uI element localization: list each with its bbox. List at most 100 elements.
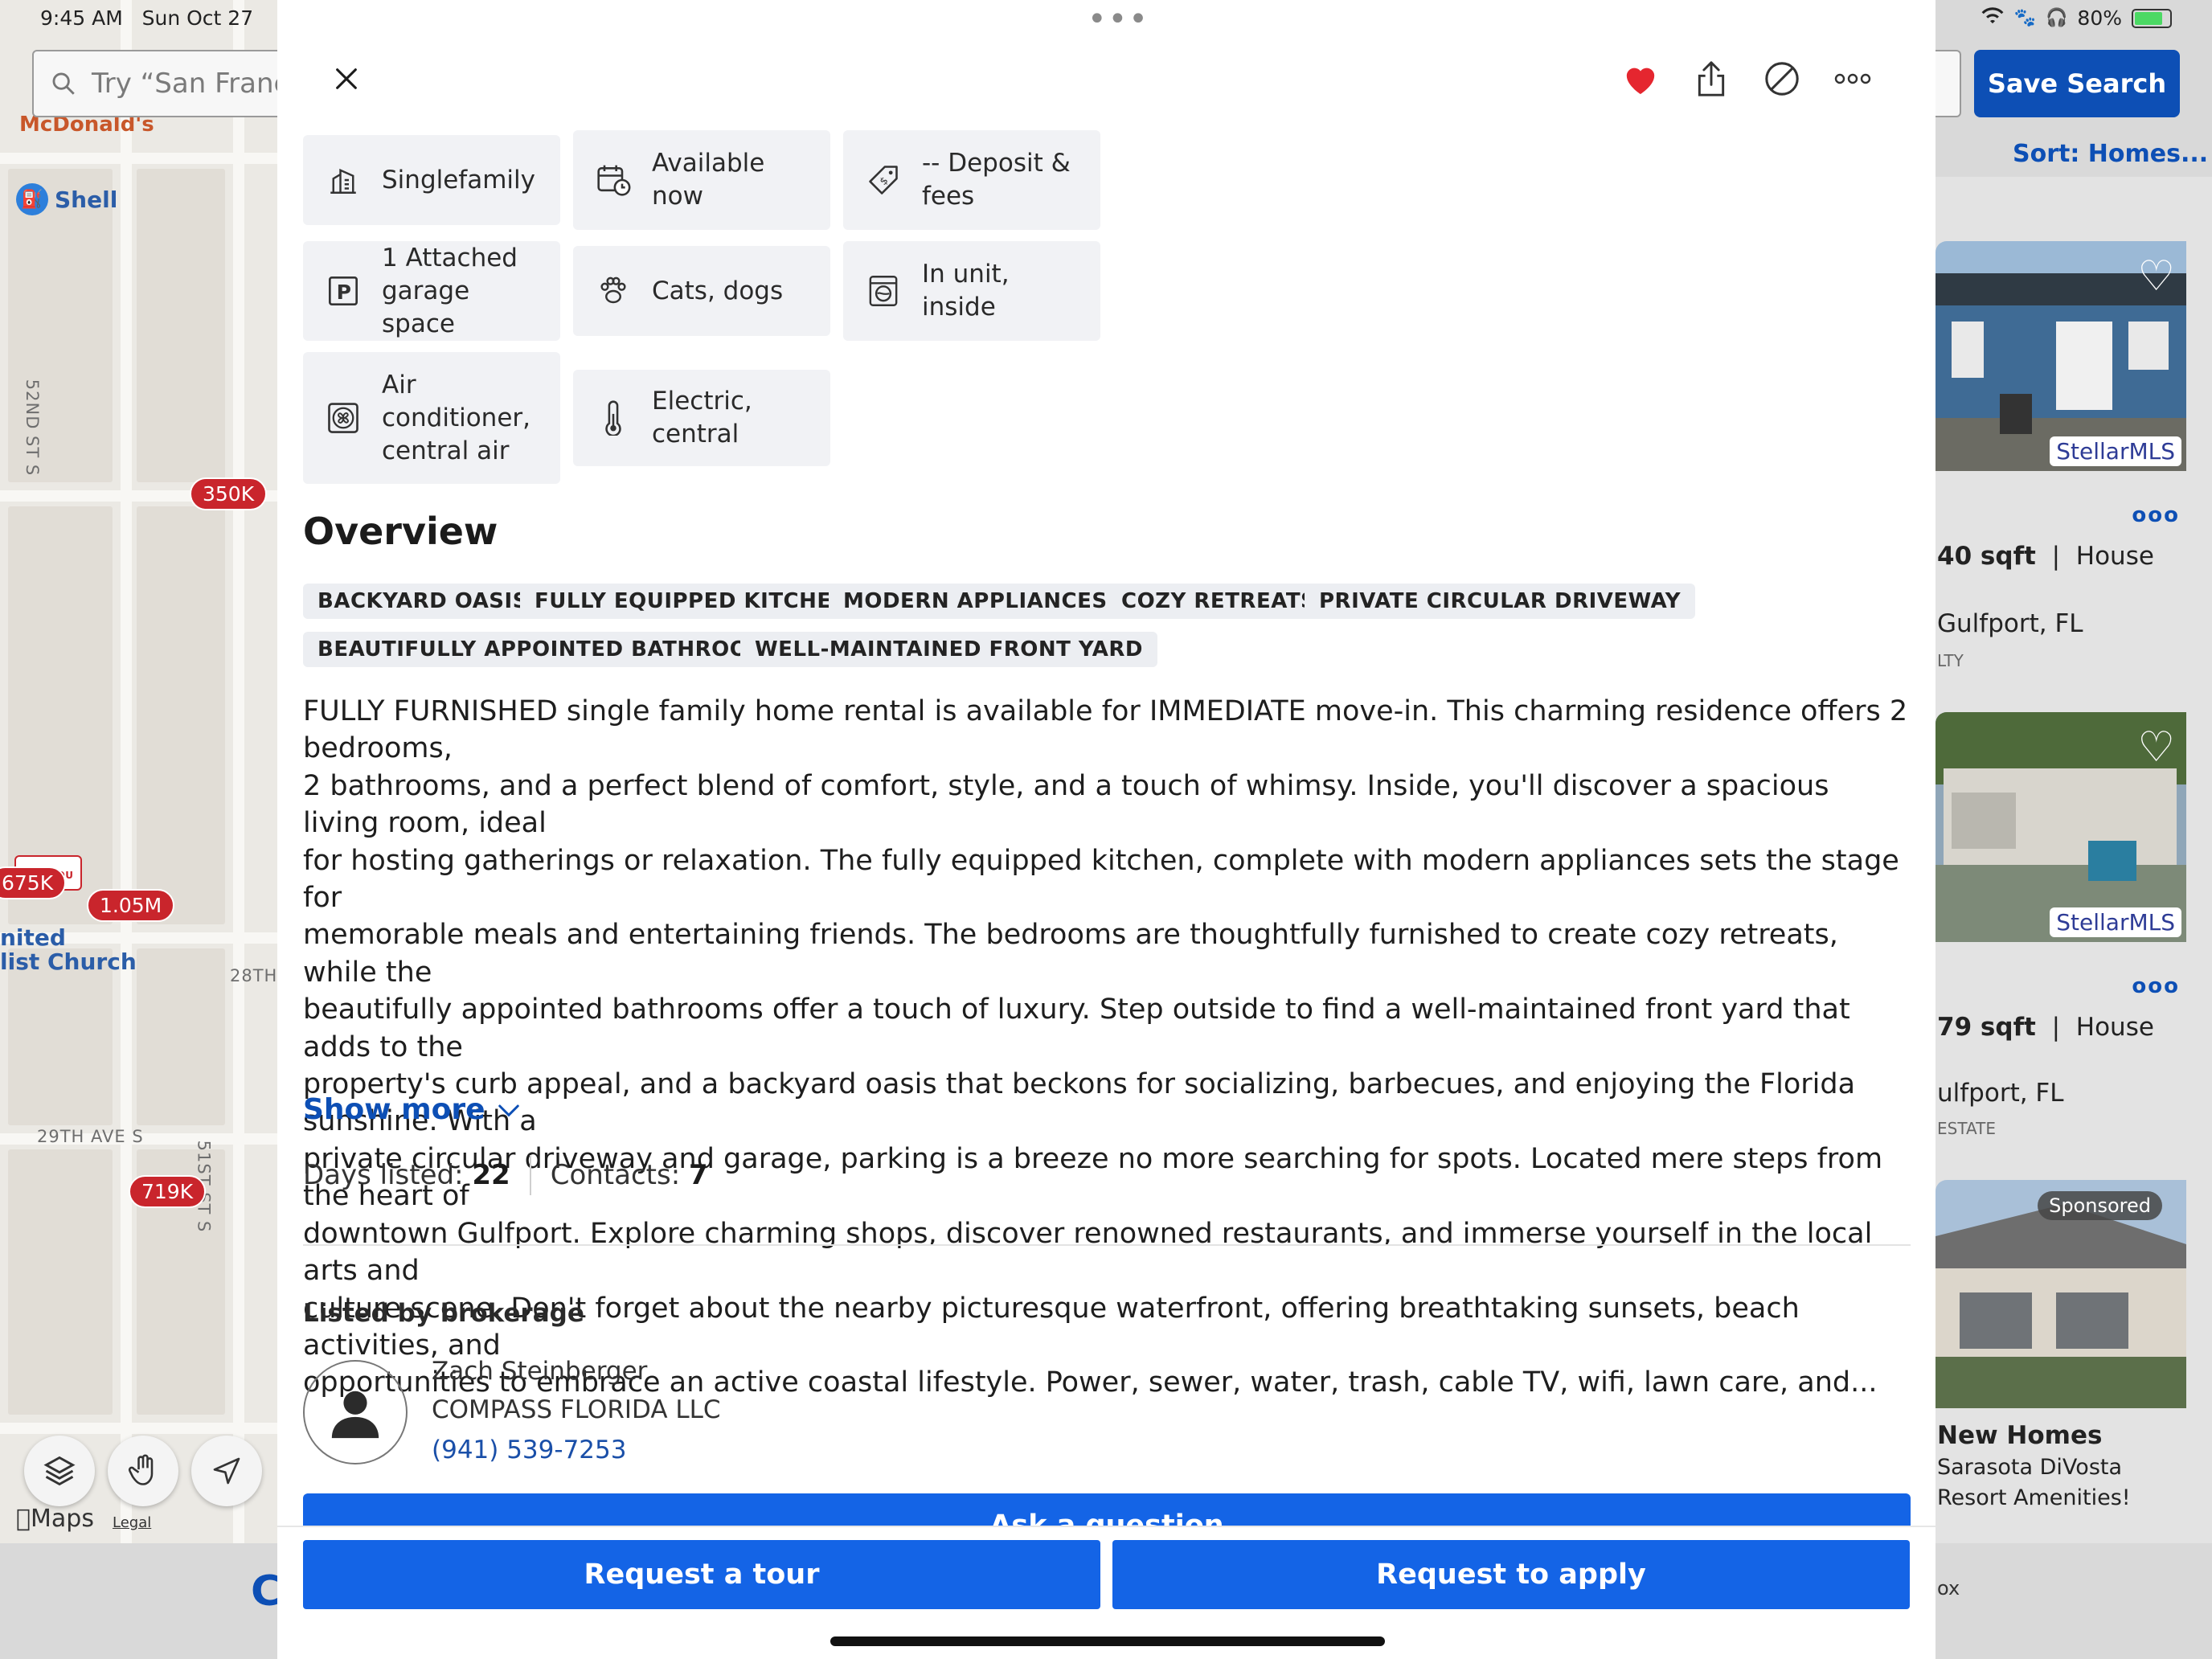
contacts-label: Contacts: xyxy=(550,1159,681,1191)
favorite-outline-icon[interactable]: ♡ xyxy=(2137,723,2175,772)
layers-icon xyxy=(43,1456,76,1486)
heart-filled-icon xyxy=(1626,68,1655,95)
parking-icon: P xyxy=(326,273,361,309)
map-poi-church-1: nited xyxy=(0,924,66,951)
sort-button[interactable]: Sort: Homes... xyxy=(2013,140,2208,168)
bottom-strip-right: ox xyxy=(1937,1577,1960,1600)
thermometer-icon xyxy=(596,400,631,436)
close-button[interactable] xyxy=(326,58,367,100)
listing-description: FULLY FURNISHED single family home renta… xyxy=(303,693,1911,1402)
battery-percent: 80% xyxy=(2077,6,2122,30)
listed-by-heading: Listed by brokerage xyxy=(303,1299,584,1328)
fact-text: Cats, dogs xyxy=(652,276,784,305)
map-block xyxy=(137,169,225,482)
share-button[interactable] xyxy=(1690,58,1732,100)
wifi-icon xyxy=(1981,6,2005,30)
map-price-pin[interactable]: 1.05M xyxy=(87,889,175,922)
headphones-icon: 🎧 xyxy=(2046,8,2068,28)
description-line: memorable meals and entertaining friends… xyxy=(303,919,1838,989)
calendar-clock-icon xyxy=(596,162,631,198)
map-view[interactable]: McDonald's ⛽ Shell 52ND ST S 28TH 29TH A… xyxy=(0,0,277,1543)
request-apply-button[interactable]: Request to apply xyxy=(1112,1540,1910,1609)
battery-icon xyxy=(2132,8,2172,28)
card-city: Gulfport, FL xyxy=(1937,609,2083,638)
section-divider xyxy=(303,1244,1911,1246)
street-label: 29TH AVE S xyxy=(37,1127,144,1146)
map-price-pin[interactable]: 350K xyxy=(190,477,268,510)
person-icon xyxy=(331,1391,379,1439)
hide-listing-button[interactable] xyxy=(1761,58,1803,100)
agent-name: Zach Steinberger xyxy=(432,1357,648,1386)
mls-badge: StellarMLS xyxy=(2050,907,2181,937)
map-location-button[interactable] xyxy=(191,1436,262,1506)
agent-avatar xyxy=(303,1360,408,1464)
chevron-down-icon xyxy=(498,1104,519,1116)
status-date: Sun Oct 27 xyxy=(141,6,254,30)
stats-divider xyxy=(529,1155,531,1195)
listing-results-panel: ♡ StellarMLS ooo 40 sqft | House Gulfpor… xyxy=(1936,177,2212,1543)
description-line: property's curb appeal, and a backyard o… xyxy=(303,1068,1856,1138)
feature-tag: COZY RETREATS xyxy=(1107,584,1331,619)
share-icon xyxy=(1698,61,1725,96)
sponsored-badge: Sponsored xyxy=(2038,1191,2162,1220)
paw-icon xyxy=(596,273,631,309)
card-more-icon[interactable]: ooo xyxy=(2132,974,2180,998)
fact-tile-heating: Electric, central xyxy=(573,370,830,466)
overview-heading: Overview xyxy=(303,510,498,553)
card-more-icon[interactable]: ooo xyxy=(2132,503,2180,527)
agent-phone-link[interactable]: (941) 539-7253 xyxy=(432,1436,626,1464)
apple-logo-icon:  xyxy=(16,1505,31,1533)
description-line: 2 bathrooms, and a perfect blend of comf… xyxy=(303,769,1829,840)
description-line: for hosting gatherings or relaxation. Th… xyxy=(303,844,1899,915)
map-price-pin[interactable]: 719K xyxy=(129,1175,207,1208)
home-indicator[interactable] xyxy=(830,1636,1385,1646)
listing-detail-sheet: ••• Singlefamily Available now $ -- Depo… xyxy=(277,0,1936,1659)
fact-tile-parking: P 1 Attached garage space xyxy=(303,241,560,341)
status-time: 9:45 AM xyxy=(40,6,123,30)
show-more-label: Show more xyxy=(303,1093,485,1126)
fact-text: Available now xyxy=(652,149,765,211)
feature-tag: WELL-MAINTAINED FRONT YARD xyxy=(740,632,1157,667)
sponsored-line-1: Sarasota DiVosta xyxy=(1937,1455,2123,1480)
favorite-outline-icon[interactable]: ♡ xyxy=(2137,252,2175,301)
listing-card[interactable]: ♡ StellarMLS ooo 79 sqft | House ulfport… xyxy=(1936,712,2212,1138)
map-poi-church-2: list Church xyxy=(0,948,137,975)
fact-tile-cooling: Air conditioner, central air xyxy=(303,352,560,484)
fact-tile-laundry: In unit, inside xyxy=(843,241,1100,341)
fact-tile-pets: Cats, dogs xyxy=(573,246,830,336)
sponsored-photo[interactable]: Sponsored xyxy=(1936,1180,2186,1408)
block-icon xyxy=(1765,62,1799,96)
svg-text:P: P xyxy=(337,281,351,304)
maps-brand-label: Maps xyxy=(16,1505,94,1533)
paw-status-icon: 🐾 xyxy=(2013,8,2037,28)
fact-text: Electric, central xyxy=(652,387,752,449)
map-block xyxy=(137,948,225,1125)
request-tour-button[interactable]: Request a tour xyxy=(303,1540,1100,1609)
map-poi-shell[interactable]: ⛽ Shell xyxy=(16,183,117,215)
save-search-button[interactable]: Save Search xyxy=(1974,50,2180,117)
map-legal-link[interactable]: Legal xyxy=(113,1514,151,1531)
listing-card[interactable]: ♡ StellarMLS ooo 40 sqft | House Gulfpor… xyxy=(1936,241,2212,670)
listing-photo[interactable]: ♡ StellarMLS xyxy=(1936,241,2186,471)
fact-text: In unit, inside xyxy=(922,260,1010,322)
map-layers-button[interactable] xyxy=(24,1436,95,1506)
map-draw-button[interactable] xyxy=(108,1436,178,1506)
sponsored-card[interactable]: Sponsored New Homes Sarasota DiVosta Res… xyxy=(1936,1180,2212,1510)
days-listed-label: Days listed: xyxy=(303,1159,464,1191)
map-price-pin[interactable]: 675K xyxy=(0,866,67,899)
description-line: FULLY FURNISHED single family home renta… xyxy=(303,695,1908,765)
fact-text: Air conditioner, central air xyxy=(382,370,531,465)
more-options-button[interactable] xyxy=(1832,58,1874,100)
fan-icon xyxy=(326,400,361,436)
street-label: 52ND ST S xyxy=(23,379,43,477)
favorite-button[interactable] xyxy=(1620,58,1661,100)
status-bar-time: 9:45 AM Sun Oct 27 xyxy=(40,6,253,30)
street-label: 28TH xyxy=(230,966,277,985)
close-icon xyxy=(336,68,357,89)
show-more-button[interactable]: Show more xyxy=(303,1093,521,1126)
sheet-grabber[interactable]: ••• xyxy=(1088,3,1149,35)
description-line: downtown Gulfport. Explore charming shop… xyxy=(303,1217,1873,1288)
listing-photo[interactable]: ♡ StellarMLS xyxy=(1936,712,2186,942)
price-tag-icon: $ xyxy=(866,162,901,198)
agent-brokerage: COMPASS FLORIDA LLC xyxy=(432,1395,721,1424)
